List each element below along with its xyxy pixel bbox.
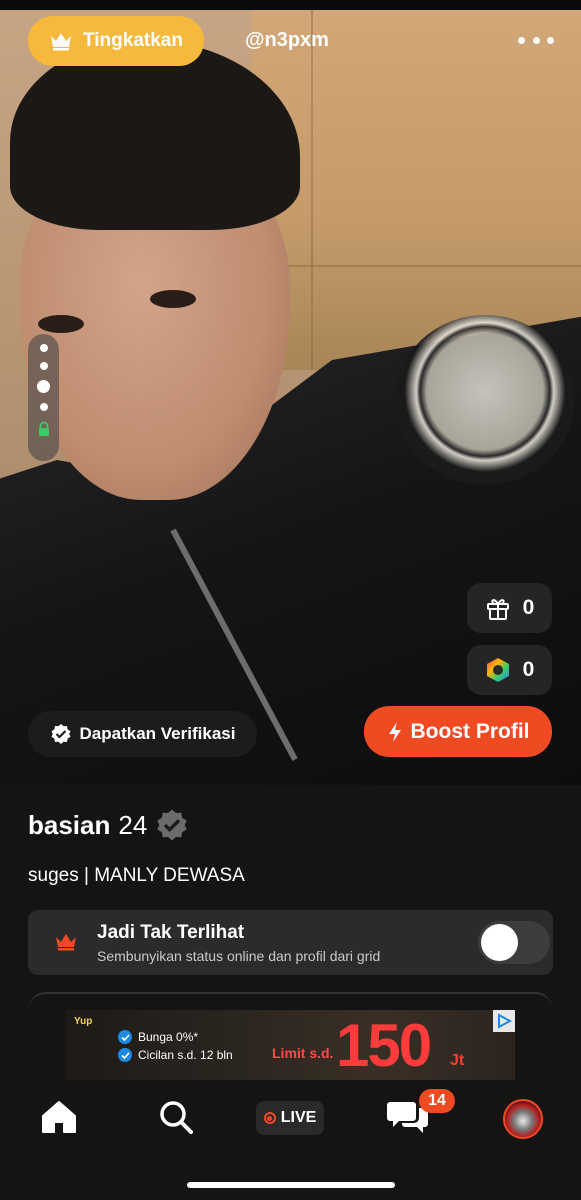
photo-jacket-patch xyxy=(395,315,575,485)
ad-amount: 150 xyxy=(336,1012,432,1079)
home-icon xyxy=(42,1101,76,1133)
profile-name-row: basian 24 xyxy=(28,808,189,842)
home-indicator[interactable] xyxy=(187,1182,395,1188)
invisible-toggle[interactable] xyxy=(478,921,550,964)
profile-bio: suges | MANLY DEWASA xyxy=(28,865,245,886)
photo-eye-right xyxy=(150,290,196,308)
ad-feature: Cicilan s.d. 12 bln xyxy=(118,1048,233,1062)
profile-name: basian xyxy=(28,809,111,840)
boost-profile-button[interactable]: Boost Profil xyxy=(364,706,552,757)
more-options-icon[interactable] xyxy=(518,28,554,52)
status-bar xyxy=(0,0,581,10)
ad-brand: Yup xyxy=(74,1016,93,1027)
invisible-mode-card[interactable]: Jadi Tak Terlihat Sembunyikan status onl… xyxy=(28,910,553,975)
invisible-title: Jadi Tak Terlihat xyxy=(97,922,245,943)
lightning-icon xyxy=(388,721,401,742)
ad-limit-label: Limit s.d. xyxy=(272,1045,334,1061)
verified-badge-icon xyxy=(51,724,71,744)
pager-dot[interactable] xyxy=(39,403,48,411)
boost-label: Boost Profil xyxy=(410,719,530,743)
ad-feature: Bunga 0%* xyxy=(118,1030,198,1044)
ad-feature-2: Cicilan s.d. 12 bln xyxy=(138,1048,233,1062)
gifts-count: 0 xyxy=(522,596,535,619)
crown-icon xyxy=(56,934,76,951)
ad-feature-1: Bunga 0%* xyxy=(138,1030,199,1044)
gifts-counter[interactable]: 0 xyxy=(467,583,552,633)
crown-icon xyxy=(51,33,72,51)
chat-unread-badge: 14 xyxy=(419,1089,455,1113)
upgrade-button[interactable]: Tingkatkan xyxy=(28,16,204,66)
pager-dot[interactable] xyxy=(39,362,48,370)
username: @n3pxm xyxy=(245,29,329,51)
coins-counter[interactable]: 0 xyxy=(467,645,552,695)
pager-dot-active[interactable] xyxy=(37,380,50,393)
toggle-knob xyxy=(481,924,518,961)
verified-badge-icon xyxy=(157,809,187,841)
photo-eye-left xyxy=(38,315,84,333)
nav-live[interactable]: LIVE xyxy=(256,1101,324,1135)
ad-unit: Jt xyxy=(450,1052,465,1069)
coins-count: 0 xyxy=(522,658,535,681)
nav-profile-avatar[interactable] xyxy=(503,1099,543,1139)
photo-pager xyxy=(28,334,59,461)
ad-banner[interactable]: Yup Bunga 0%* Cicilan s.d. 12 bln Limit … xyxy=(66,1010,515,1080)
search-icon xyxy=(160,1101,193,1134)
coin-hexagon-icon xyxy=(486,658,509,682)
live-label: LIVE xyxy=(280,1109,317,1126)
ad-choices-icon[interactable] xyxy=(493,1010,515,1032)
profile-age: 24 xyxy=(118,809,148,840)
verify-label: Dapatkan Verifikasi xyxy=(79,724,236,743)
invisible-subtitle: Sembunyikan status online dan profil dar… xyxy=(97,948,381,964)
lock-icon xyxy=(38,421,49,436)
get-verified-button[interactable]: Dapatkan Verifikasi xyxy=(28,711,257,757)
bottom-nav: LIVE xyxy=(0,1090,581,1150)
check-icon xyxy=(118,1048,132,1062)
nav-home[interactable] xyxy=(40,1098,78,1136)
top-bar: Tingkatkan @n3pxm xyxy=(0,16,581,68)
upgrade-label: Tingkatkan xyxy=(83,30,183,51)
check-icon xyxy=(118,1030,132,1044)
pager-dot[interactable] xyxy=(39,344,48,352)
record-icon xyxy=(263,1112,276,1124)
gift-icon xyxy=(486,599,509,620)
nav-search[interactable] xyxy=(157,1098,195,1136)
